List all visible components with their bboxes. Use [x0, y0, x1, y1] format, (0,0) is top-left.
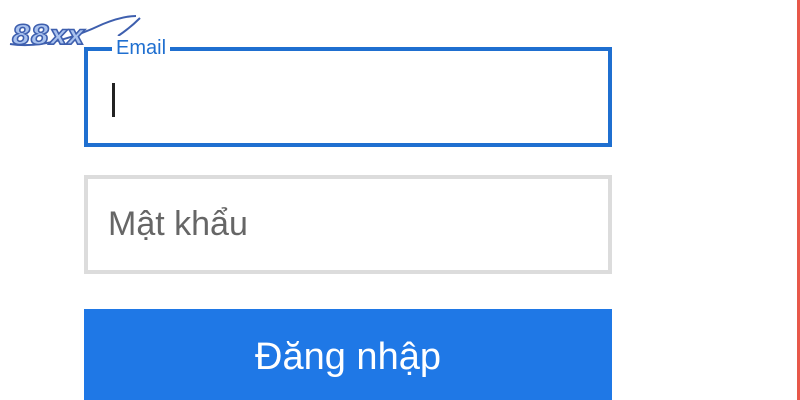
password-placeholder: Mật khẩu — [108, 205, 248, 243]
password-field[interactable]: Mật khẩu — [84, 175, 612, 274]
email-label: Email — [112, 36, 171, 60]
brand-logo-text: 88xx — [12, 20, 86, 51]
login-screen: 88xx Email Mật khẩu Đăng nhập — [0, 0, 800, 400]
login-button-label: Đăng nhập — [255, 336, 441, 378]
text-cursor — [112, 83, 115, 117]
email-field[interactable]: Email — [84, 36, 612, 147]
login-button[interactable]: Đăng nhập — [84, 309, 612, 400]
